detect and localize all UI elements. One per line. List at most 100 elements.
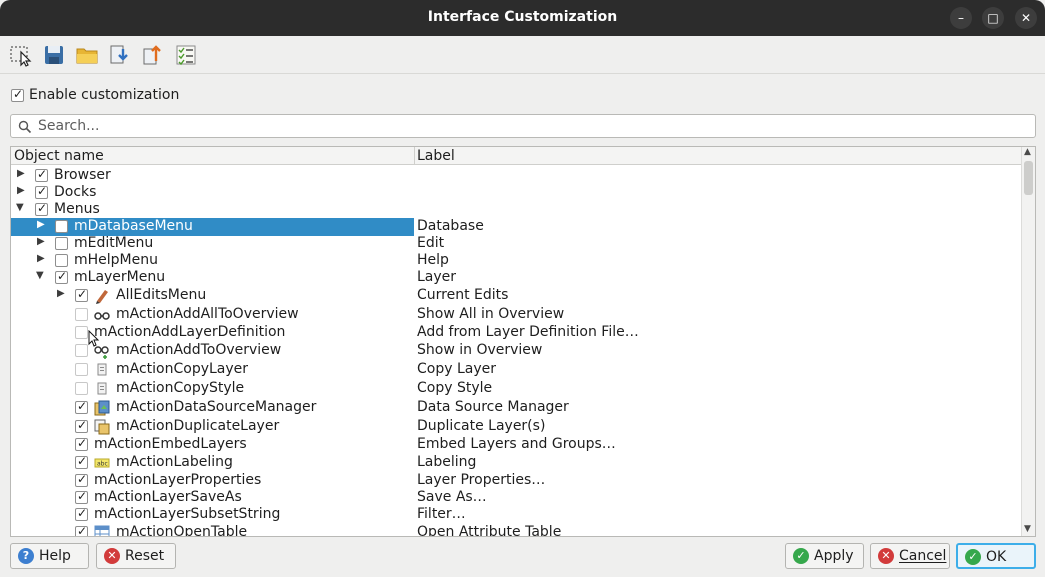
title-bar: Interface Customization – □ ✕ [0,0,1045,36]
row-label: Edit [417,235,445,251]
help-button[interactable]: ? Help [10,543,89,569]
cancel-icon: ✕ [878,548,894,564]
scroll-down-icon[interactable]: ▼ [1024,524,1031,534]
row-checkbox[interactable] [75,454,88,469]
export-icon[interactable] [141,43,165,67]
expand-arrow-icon[interactable]: ▶ [17,168,27,179]
collapse-arrow-icon[interactable]: ▼ [16,202,26,213]
load-icon[interactable] [108,43,132,67]
row-label: Filter… [417,506,466,522]
row-name: mDatabaseMenu [74,218,193,234]
tree-row[interactable]: abc mActionLabeling Labeling [11,454,1021,472]
tree-row-selected[interactable]: ▶ mDatabaseMenu Database [11,218,1021,236]
search-icon [18,120,32,134]
expand-arrow-icon[interactable]: ▶ [57,288,67,299]
row-label: Open Attribute Table [417,524,562,537]
close-icon[interactable]: ✕ [1015,7,1037,29]
expand-arrow-icon[interactable]: ▶ [37,236,47,247]
row-label: Show All in Overview [417,306,565,322]
save-icon[interactable] [42,43,66,67]
row-checkbox[interactable] [75,308,88,321]
ok-button-label: OK [986,549,1007,565]
tree-row[interactable]: mActionCopyStyle Copy Style [11,380,1021,398]
row-checkbox[interactable] [75,489,88,504]
vertical-scrollbar[interactable]: ▲ ▼ [1021,147,1035,536]
reset-icon: ✕ [104,548,120,564]
tree-row[interactable]: mActionLayerSaveAs Save As… [11,489,1021,507]
tree-row[interactable]: ▶ mEditMenu Edit [11,235,1021,253]
tree-row[interactable]: mActionOpenTable Open Attribute Table [11,524,1021,537]
row-checkbox[interactable] [75,399,88,414]
row-checkbox[interactable] [55,269,68,284]
row-checkbox[interactable] [55,220,68,233]
row-checkbox[interactable] [35,167,48,182]
row-label: Show in Overview [417,342,543,358]
apply-button[interactable]: ✓ Apply [785,543,864,569]
column-header-object-name[interactable]: Object name [14,148,104,164]
row-checkbox[interactable] [55,254,68,267]
tree-row[interactable]: mActionAddToOverview Show in Overview [11,342,1021,360]
tree-row[interactable]: mActionEmbedLayers Embed Layers and Grou… [11,436,1021,454]
row-checkbox[interactable] [75,326,88,339]
tree-row[interactable]: mActionLayerProperties Layer Properties… [11,472,1021,490]
toolbar [0,36,1045,74]
minimize-icon[interactable]: – [950,7,972,29]
row-label: Labeling [417,454,477,470]
checklist-icon[interactable] [174,43,198,67]
ok-button[interactable]: ✓ OK [956,543,1036,569]
apply-button-label: Apply [814,548,854,564]
row-label: Current Edits [417,287,509,303]
row-name: mActionEmbedLayers [94,436,247,452]
row-checkbox[interactable] [75,436,88,451]
row-checkbox[interactable] [75,363,88,376]
scroll-up-icon[interactable]: ▲ [1024,147,1031,157]
tree-row[interactable]: mActionDuplicateLayer Duplicate Layer(s) [11,418,1021,436]
row-checkbox[interactable] [75,287,88,302]
tree-row[interactable]: mActionDataSourceManager Data Source Man… [11,399,1021,417]
row-name: mActionLayerSaveAs [94,489,242,505]
cancel-button[interactable]: ✕ Cancel [870,543,950,569]
row-checkbox[interactable] [75,472,88,487]
tree-row[interactable]: ▼ Menus [11,201,1021,219]
tree-row[interactable]: ▶ Browser [11,167,1021,185]
tree-row[interactable]: mActionLayerSubsetString Filter… [11,506,1021,524]
row-checkbox[interactable] [35,201,48,216]
maximize-icon[interactable]: □ [982,7,1004,29]
row-label: Copy Layer [417,361,496,377]
row-checkbox[interactable] [75,524,88,536]
row-label: Help [417,252,449,268]
row-name: mActionCopyStyle [116,380,245,396]
label-abc-icon: abc [94,458,110,468]
attribute-table-icon [94,525,110,536]
expand-arrow-icon[interactable]: ▶ [17,185,27,196]
row-name: mEditMenu [74,235,154,251]
row-checkbox[interactable] [55,237,68,250]
tree-row[interactable]: ▶ mHelpMenu Help [11,252,1021,270]
select-widget-icon[interactable] [9,43,33,67]
tree-row[interactable]: ▶ Docks [11,184,1021,202]
expand-arrow-icon[interactable]: ▶ [37,219,47,230]
row-name: mActionCopyLayer [116,361,249,377]
search-input[interactable] [38,117,1018,135]
open-folder-icon[interactable] [75,43,99,67]
tree-row[interactable]: mActionAddLayerDefinition Add from Layer… [11,324,1021,342]
row-checkbox[interactable] [75,506,88,521]
column-header-label[interactable]: Label [417,148,455,164]
row-name: mActionAddAllToOverview [116,306,299,322]
reset-button[interactable]: ✕ Reset [96,543,176,569]
collapse-arrow-icon[interactable]: ▼ [36,270,46,281]
enable-customization-checkbox[interactable] [11,87,24,102]
tree-row[interactable]: ▶ AllEditsMenu Current Edits [11,287,1021,305]
row-checkbox[interactable] [75,344,88,357]
row-checkbox[interactable] [35,184,48,199]
scrollbar-thumb[interactable] [1024,161,1033,195]
row-label: Data Source Manager [417,399,569,415]
expand-arrow-icon[interactable]: ▶ [37,253,47,264]
apply-icon: ✓ [793,548,809,564]
row-checkbox[interactable] [75,382,88,395]
tree-row[interactable]: mActionAddAllToOverview Show All in Over… [11,306,1021,324]
tree-row[interactable]: mActionCopyLayer Copy Layer [11,361,1021,379]
object-tree[interactable]: Object name Label ▶ Browser ▶ Docks ▼ Me… [10,146,1036,537]
row-checkbox[interactable] [75,418,88,433]
tree-row[interactable]: ▼ mLayerMenu Layer [11,269,1021,287]
